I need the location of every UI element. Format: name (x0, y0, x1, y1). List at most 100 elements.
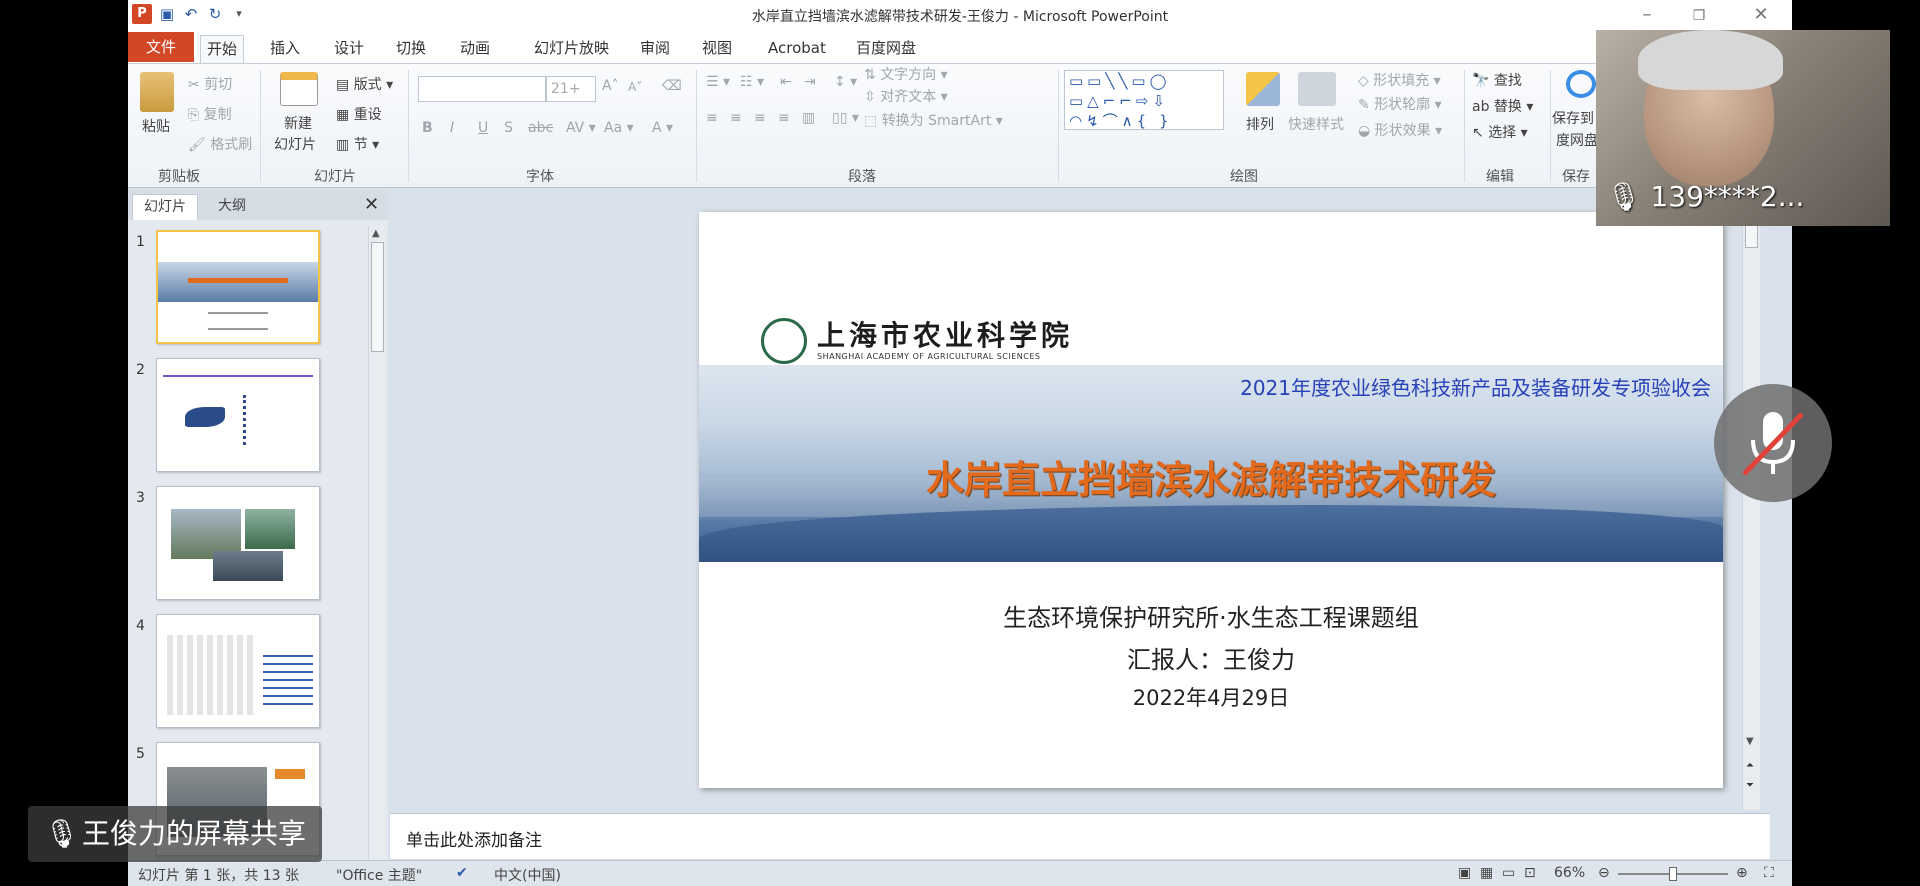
minimize-icon[interactable]: – (1632, 4, 1662, 25)
new-slide-label-1[interactable]: 新建 (284, 113, 312, 133)
replace-button[interactable]: ab 替换 ▾ (1472, 96, 1533, 116)
group-separator (696, 70, 697, 182)
reading-view-icon[interactable]: ▭ (1502, 865, 1515, 881)
close-icon[interactable]: ✕ (1746, 4, 1776, 25)
shadow-icon[interactable]: S (504, 120, 513, 136)
clear-format-icon[interactable]: ⌫ (662, 78, 682, 94)
microphone-muted-button[interactable] (1714, 384, 1832, 502)
notes-pane[interactable]: 单击此处添加备注 (390, 813, 1770, 859)
arrange-button[interactable]: 排列 (1246, 114, 1274, 134)
paste-button[interactable]: 粘贴 (142, 116, 170, 136)
tab-transitions[interactable]: 切换 (390, 35, 432, 63)
quick-styles-button[interactable]: 快速样式 (1288, 114, 1344, 134)
scroll-thumb[interactable] (1745, 224, 1758, 248)
find-button[interactable]: 🔭 查找 (1472, 70, 1522, 90)
tab-baidu[interactable]: 百度网盘 (850, 35, 922, 63)
tab-file[interactable]: 文件 (128, 32, 194, 62)
zoom-slider[interactable] (1618, 867, 1728, 881)
shapes-gallery[interactable]: ▭▭╲╲▭◯ ▭△⌐⌐⇨⇩ ◠↯⌒∧{ } (1064, 70, 1224, 130)
text-direction-button[interactable]: ⇅ 文字方向 ▾ (864, 64, 948, 84)
slide-sorter-icon[interactable]: ▦ (1480, 865, 1493, 881)
align-right-icon[interactable]: ≡ (754, 110, 766, 126)
zoom-slider-thumb[interactable] (1669, 867, 1677, 881)
reset-button[interactable]: ▦ 重设 (336, 104, 382, 124)
italic-icon[interactable]: I (450, 120, 454, 136)
baidu-cloud-icon[interactable] (1566, 70, 1596, 98)
copy-button[interactable]: ⎘ 复制 (188, 104, 232, 124)
convert-smartart-button[interactable]: ⬚ 转换为 SmartArt ▾ (864, 110, 1003, 130)
slide-thumbnail-2[interactable] (156, 358, 320, 472)
save-to-baidu-line2[interactable]: 度网盘 (1556, 130, 1598, 150)
underline-icon[interactable]: U (478, 120, 488, 136)
char-spacing-icon[interactable]: AV ▾ (566, 120, 596, 136)
fit-slide-icon[interactable]: ⛶ (1764, 865, 1774, 881)
editor-scrollbar[interactable]: ▼ ⏶ ⏷ (1742, 220, 1760, 810)
zoom-out-icon[interactable]: ⊖ (1598, 865, 1610, 881)
tab-review[interactable]: 审阅 (634, 35, 676, 63)
line-spacing-icon[interactable]: ↕ ▾ (834, 74, 857, 90)
current-slide[interactable]: 上海市农业科学院 SHANGHAI ACADEMY OF AGRICULTURA… (699, 212, 1723, 788)
font-size-combo[interactable]: 21+ (546, 76, 596, 102)
normal-view-icon[interactable]: ▣ (1458, 865, 1471, 881)
decrease-indent-icon[interactable]: ⇤ (780, 74, 792, 90)
new-slide-label-2[interactable]: 幻灯片 (274, 134, 316, 154)
layout-button[interactable]: ▤ 版式 ▾ (336, 74, 393, 94)
restore-icon[interactable]: ❐ (1684, 8, 1714, 24)
grow-font-icon[interactable]: A˄ (602, 78, 619, 94)
slide-thumbnail-3[interactable] (156, 486, 320, 600)
format-painter-button[interactable]: 🖌 格式刷 (188, 134, 252, 154)
theme-name[interactable]: "Office 主题" (336, 865, 422, 885)
tab-insert[interactable]: 插入 (264, 35, 306, 63)
align-text-button[interactable]: ⇳ 对齐文本 ▾ (864, 86, 948, 106)
zoom-in-icon[interactable]: ⊕ (1736, 865, 1748, 881)
tab-slides[interactable]: 幻灯片 (132, 194, 198, 220)
strikethrough-icon[interactable]: abc (528, 120, 553, 136)
zoom-level[interactable]: 66% (1554, 865, 1585, 881)
close-pane-icon[interactable]: ✕ (364, 194, 379, 215)
tab-view[interactable]: 视图 (696, 35, 738, 63)
slide-thumbnail-1[interactable] (156, 230, 320, 344)
bold-icon[interactable]: B (422, 120, 433, 136)
tab-design[interactable]: 设计 (328, 35, 370, 63)
slideshow-view-icon[interactable]: ⊡ (1524, 865, 1536, 881)
quick-styles-icon[interactable] (1298, 72, 1336, 106)
save-to-baidu-line1[interactable]: 保存到 (1552, 108, 1594, 128)
arrange-icon[interactable] (1246, 72, 1280, 106)
bullets-icon[interactable]: ☰ ▾ (706, 74, 730, 90)
shrink-font-icon[interactable]: A˅ (628, 80, 642, 94)
section-button[interactable]: ▥ 节 ▾ (336, 134, 379, 154)
notes-placeholder[interactable]: 单击此处添加备注 (406, 826, 542, 851)
justify-icon[interactable]: ≡ (778, 110, 790, 126)
scroll-thumb[interactable] (371, 242, 384, 352)
font-family-combo[interactable] (418, 76, 546, 102)
scroll-down-icon[interactable]: ▼ (1746, 736, 1754, 747)
increase-indent-icon[interactable]: ⇥ (804, 74, 816, 90)
next-slide-icon[interactable]: ⏷ (1746, 780, 1754, 791)
distribute-icon[interactable]: ▥ (802, 110, 815, 126)
slide-thumbnail-4[interactable] (156, 614, 320, 728)
language-indicator[interactable]: 中文(中国) (494, 865, 561, 885)
tab-outline[interactable]: 大纲 (202, 194, 262, 220)
columns-icon[interactable]: ▯▯ ▾ (832, 110, 859, 126)
spell-check-icon[interactable]: ✔ (456, 865, 468, 881)
slides-pane-scrollbar[interactable]: ▲ (368, 226, 386, 860)
shape-fill-button[interactable]: ◇ 形状填充 ▾ (1358, 70, 1441, 90)
paste-icon[interactable] (140, 72, 174, 112)
select-button[interactable]: ↖ 选择 ▾ (1472, 122, 1528, 142)
scroll-up-icon[interactable]: ▲ (372, 228, 380, 239)
shape-effects-button[interactable]: ◒ 形状效果 ▾ (1358, 120, 1442, 140)
participant-video[interactable]: 🎙 139****2... (1596, 30, 1890, 226)
new-slide-icon[interactable] (280, 72, 318, 106)
font-color-icon[interactable]: A ▾ (652, 120, 673, 136)
tab-home[interactable]: 开始 (200, 35, 245, 63)
tab-acrobat[interactable]: Acrobat (762, 35, 832, 63)
numbering-icon[interactable]: ☷ ▾ (740, 74, 764, 90)
align-center-icon[interactable]: ≡ (730, 110, 742, 126)
shape-outline-button[interactable]: ✎ 形状轮廓 ▾ (1358, 94, 1442, 114)
align-left-icon[interactable]: ≡ (706, 110, 718, 126)
tab-animations[interactable]: 动画 (454, 35, 496, 63)
change-case-icon[interactable]: Aa ▾ (604, 120, 634, 136)
prev-slide-icon[interactable]: ⏶ (1746, 760, 1754, 771)
tab-slideshow[interactable]: 幻灯片放映 (528, 35, 615, 63)
cut-button[interactable]: ✂ 剪切 (188, 74, 232, 94)
